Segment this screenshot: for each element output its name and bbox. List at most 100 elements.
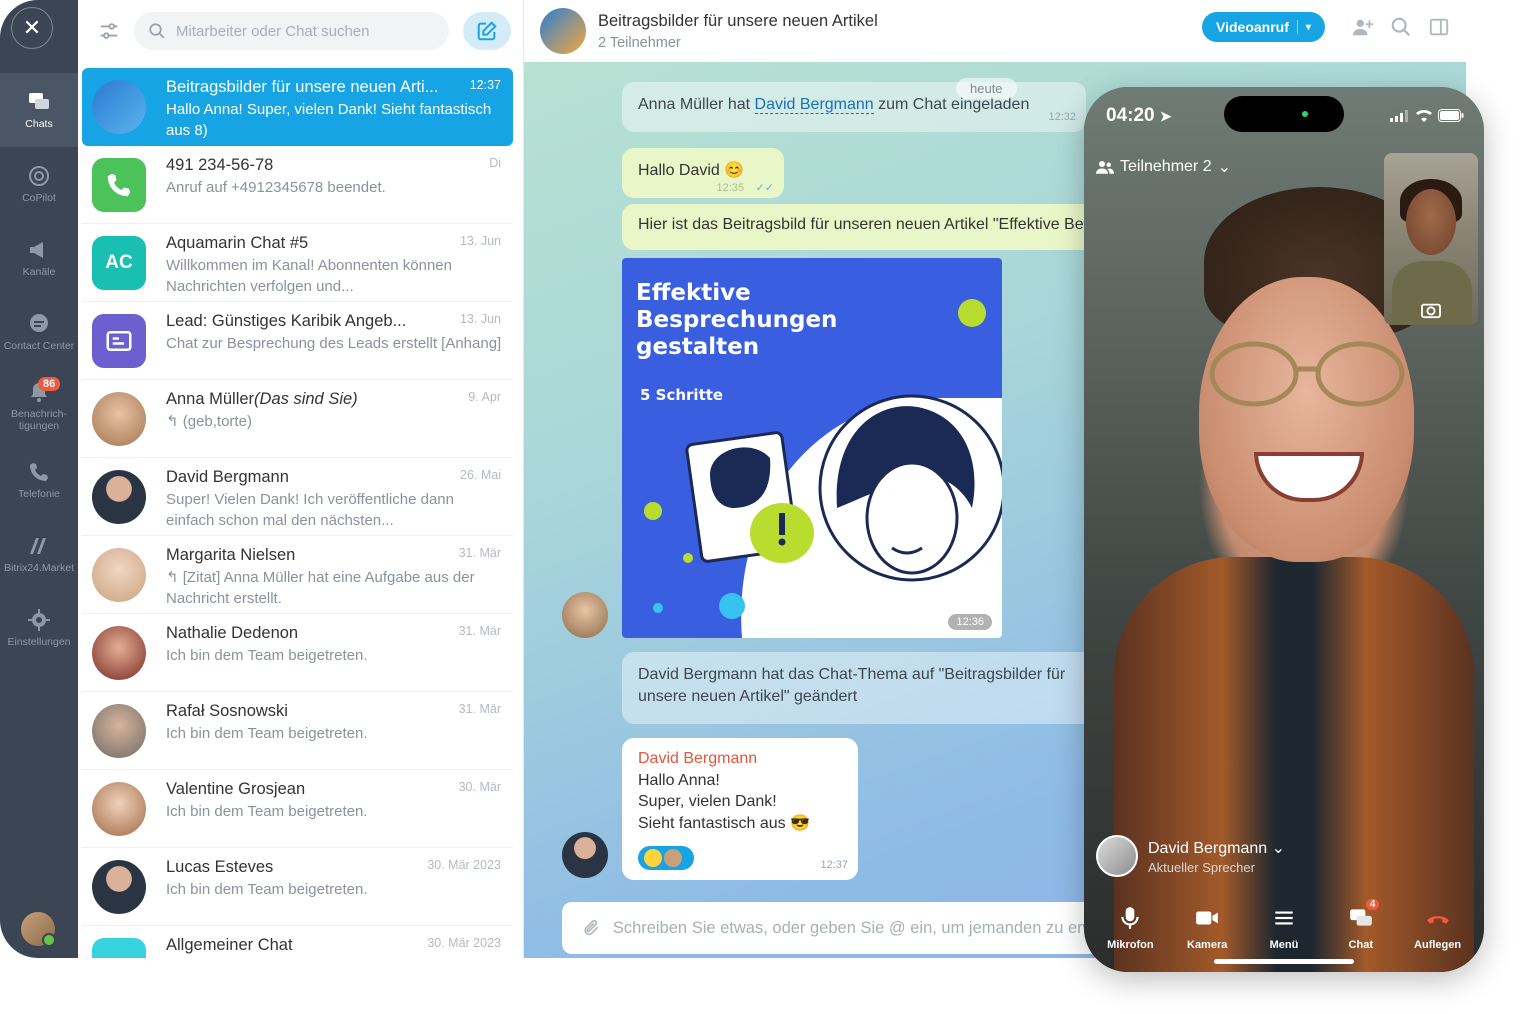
rail-item-market[interactable]: Bitrix24.Market (0, 517, 78, 591)
hang-up-button[interactable]: Auflegen (1405, 905, 1471, 951)
message-time: 12:32 (1048, 111, 1076, 123)
sender-avatar[interactable] (562, 592, 608, 638)
contact-avatar (92, 548, 146, 602)
rail-item-channels[interactable]: Kanäle (0, 221, 78, 295)
image-attachment[interactable]: Effektive Besprechungen gestalten 5 Schr… (622, 258, 1002, 638)
chat-preview: Ich bin dem Team beigetreten. (166, 803, 368, 820)
chat-time: 30. Mär 2023 (427, 858, 501, 872)
chat-header: Beitragsbilder für unsere neuen Artikel … (524, 0, 1466, 62)
chat-list-item[interactable]: Rafał Sosnowski 31. Mär Ich bin dem Team… (82, 692, 513, 770)
chat-header-avatar[interactable] (540, 8, 586, 54)
sender-avatar[interactable] (562, 832, 608, 878)
rail-item-contact-center[interactable]: Contact Center (0, 295, 78, 369)
contact-avatar (92, 860, 146, 914)
rail-item-chats[interactable]: Chats (0, 73, 78, 147)
close-icon: ✕ (22, 15, 42, 41)
rail-item-settings[interactable]: Einstellungen (0, 591, 78, 665)
outgoing-message[interactable]: Hallo David 😊 12:35 ✓✓ (622, 148, 784, 198)
rail-item-copilot[interactable]: CoPilot (0, 147, 78, 221)
microphone-button[interactable]: Mikrofon (1097, 905, 1163, 951)
chat-list-item[interactable]: Lead: Günstiges Karibik Angeb... 13. Jun… (82, 302, 513, 380)
chat-initials-avatar: AC (92, 236, 146, 290)
chat-name-text: Anna Müller (166, 390, 255, 408)
rail-item-telephony[interactable]: Telefonie (0, 443, 78, 517)
add-user-icon[interactable] (1352, 16, 1374, 38)
close-button[interactable]: ✕ (11, 7, 53, 49)
search-input[interactable] (176, 22, 435, 40)
rail-item-notifications[interactable]: 86 Benachrich- tigungen (0, 369, 78, 443)
menu-button[interactable]: Menü (1251, 905, 1317, 951)
chat-list-item[interactable]: 491 234-56-78 Di Anruf auf +4912345678 b… (82, 146, 513, 224)
chat-avatar (92, 80, 146, 134)
chat-time: 31. Mär (458, 702, 501, 716)
chat-time: 13. Jun (459, 312, 501, 326)
search-icon[interactable] (1390, 16, 1412, 38)
chat-list-item[interactable]: Anna Müller(Das sind Sie) 9. Apr ↰ (geb,… (82, 380, 513, 458)
reaction-pill[interactable] (638, 846, 694, 870)
paperclip-icon[interactable] (582, 918, 601, 938)
sender-name[interactable]: David Bergmann (638, 748, 842, 770)
message-time: 12:35 (716, 182, 744, 194)
chevron-down-icon: ⌄ (1217, 159, 1232, 176)
sidebar-toggle-icon[interactable] (1428, 16, 1450, 38)
switch-camera-icon[interactable] (1420, 301, 1442, 319)
search-box (134, 12, 449, 50)
rail-label: Chats (25, 117, 53, 130)
chat-list-item[interactable]: Valentine Grosjean 30. Mär Ich bin dem T… (82, 770, 513, 848)
camera-button[interactable]: Kamera (1174, 905, 1240, 951)
copilot-icon (29, 165, 49, 186)
chat-name-suffix: (Das sind Sie) (254, 390, 358, 408)
self-view-video[interactable] (1384, 153, 1478, 325)
chat-time: 26. Mai (460, 468, 501, 482)
chat-list-toolbar (78, 0, 523, 62)
chat-list-item[interactable]: Nathalie Dedenon 31. Mär Ich bin dem Tea… (82, 614, 513, 692)
message-time: 12:37 (820, 858, 848, 871)
message-text: Super, vielen Dank! (638, 793, 777, 810)
chat-list-item[interactable]: Beitragsbilder für unsere neuen Arti... … (82, 68, 513, 146)
mobile-video-call: 04:20 ➤ Teilnehmer 2 ⌄ David Bergmann ⌄ … (1084, 87, 1484, 972)
contact-avatar (92, 704, 146, 758)
chat-name: Aquamarin Chat #5 (166, 234, 309, 252)
user-avatar[interactable] (19, 910, 57, 948)
status-icons (1390, 109, 1464, 122)
lead-icon-avatar (92, 314, 146, 368)
rail-label: CoPilot (22, 191, 56, 204)
active-speaker[interactable]: David Bergmann ⌄ Aktueller Sprecher (1096, 835, 1285, 877)
contact-avatar (92, 626, 146, 680)
chat-list-item[interactable]: AC Aquamarin Chat #5 13. Jun Willkommen … (82, 224, 513, 302)
date-separator: heute (956, 78, 1017, 99)
chat-list-item[interactable]: David Bergmann 26. Mai Super! Vielen Dan… (82, 458, 513, 536)
control-label: Chat (1348, 939, 1373, 951)
contact-avatar (92, 392, 146, 446)
message-input[interactable] (612, 918, 1102, 938)
chat-name: Lead: Günstiges Karibik Angeb... (166, 312, 407, 330)
participants-toggle[interactable]: Teilnehmer 2 ⌄ (1096, 157, 1231, 177)
status-time: 04:20 ➤ (1106, 105, 1172, 127)
chat-name: 491 234-56-78 (166, 156, 274, 174)
message-text: Sieht fantastisch aus 😎 (638, 814, 811, 832)
chat-list-item[interactable]: Lucas Esteves 30. Mär 2023 Ich bin dem T… (82, 848, 513, 926)
speaker-role: Aktueller Sprecher (1148, 859, 1255, 875)
group-chat-avatar (92, 938, 146, 958)
speaker-avatar (1096, 835, 1138, 877)
hamburger-menu-icon (1275, 911, 1293, 925)
chevron-down-icon[interactable]: ▾ (1306, 22, 1311, 33)
new-chat-button[interactable] (463, 12, 511, 50)
chat-time: 31. Mär (458, 546, 501, 560)
chat-unread-badge: 4 (1365, 899, 1380, 910)
chat-title[interactable]: Beitragsbilder für unsere neuen Artikel (598, 12, 878, 31)
contact-avatar (92, 782, 146, 836)
chat-participants-count[interactable]: 2 Teilnehmer (598, 35, 878, 51)
filter-icon[interactable] (98, 20, 120, 42)
battery-icon (1438, 109, 1464, 122)
chat-button[interactable]: 4 Chat (1328, 899, 1394, 951)
user-mention-link[interactable]: David Bergmann (754, 96, 874, 114)
control-label: Menü (1269, 939, 1299, 951)
video-feed-detail (1209, 341, 1405, 407)
chat-preview: Super! Vielen Dank! Ich veröffentliche d… (166, 491, 454, 529)
incoming-message[interactable]: David Bergmann Hallo Anna! Super, vielen… (622, 738, 858, 880)
chat-list-item[interactable]: Allgemeiner Chat 30. Mär 2023 (82, 926, 513, 958)
chat-list-item[interactable]: Margarita Nielsen 31. Mär ↰ [Zitat] Anna… (82, 536, 513, 614)
speaker-name: David Bergmann ⌄ (1148, 838, 1285, 858)
video-call-button[interactable]: Videoanruf ▾ (1202, 12, 1325, 42)
